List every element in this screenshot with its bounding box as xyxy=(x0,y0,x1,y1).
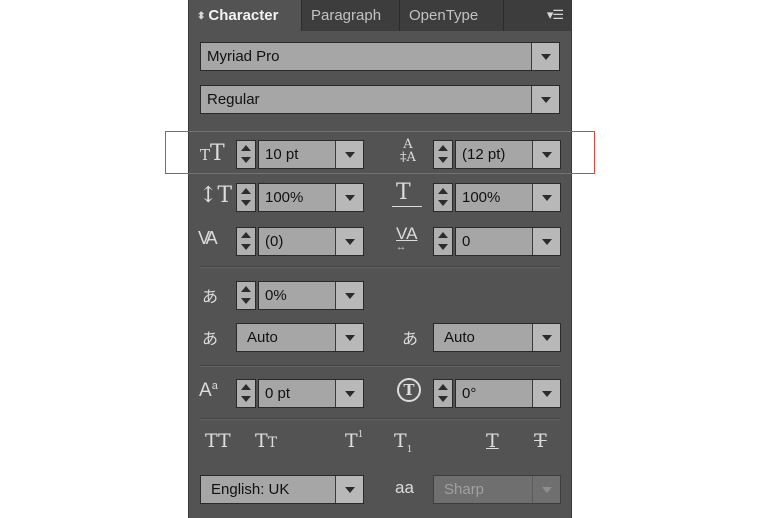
baseline-shift-value: 0 pt xyxy=(265,385,291,402)
horizontal-scale-icon: T xyxy=(392,180,422,207)
vertical-scale-field[interactable]: 100% xyxy=(258,183,364,212)
collapse-icon: ⬍ xyxy=(197,11,206,22)
horizontal-scale-stepper[interactable] xyxy=(433,183,453,212)
vertical-scale-stepper[interactable] xyxy=(236,183,256,212)
tsume-icon: あ xyxy=(202,287,219,306)
divider xyxy=(200,365,560,367)
font-family-value: Myriad Pro xyxy=(207,48,280,65)
baseline-shift-field[interactable]: 0 pt xyxy=(258,379,364,408)
superscript-button[interactable]: T1 xyxy=(345,430,363,452)
character-panel: ⬍ Character Paragraph OpenType ▾☰ Myriad … xyxy=(188,0,572,518)
character-rotation-icon: T xyxy=(397,378,421,402)
baseline-shift-icon: Aa xyxy=(199,380,218,401)
rotation-value: 0° xyxy=(462,385,477,402)
chevron-down-icon[interactable] xyxy=(335,282,363,309)
vertical-scale-icon: ↕T xyxy=(199,183,233,208)
tracking-value: 0 xyxy=(462,233,471,250)
anti-aliasing-dropdown[interactable]: Sharp xyxy=(433,475,561,504)
kerning-icon: VA xyxy=(198,228,218,248)
kerning-field[interactable]: (0) xyxy=(258,227,364,256)
tracking-icon: VA ↔ xyxy=(396,224,418,253)
subscript-button[interactable]: T1 xyxy=(394,430,412,455)
tracking-stepper[interactable] xyxy=(433,227,453,256)
highlight-box xyxy=(165,131,595,174)
font-style-value: Regular xyxy=(207,91,260,108)
tsume-field[interactable]: 0% xyxy=(258,281,364,310)
insert-space-left-dropdown[interactable]: Auto xyxy=(236,323,364,352)
horizontal-scale-value: 100% xyxy=(462,189,501,206)
chevron-down-icon[interactable] xyxy=(335,380,363,407)
chevron-down-icon[interactable] xyxy=(531,43,559,70)
divider xyxy=(200,266,560,268)
chevron-down-icon[interactable] xyxy=(335,324,363,351)
underline-button[interactable]: T xyxy=(486,430,499,452)
chevron-down-icon[interactable] xyxy=(335,228,363,255)
chevron-down-icon[interactable] xyxy=(532,380,560,407)
font-family-dropdown[interactable]: Myriad Pro xyxy=(200,42,560,71)
insert-space-left-value: Auto xyxy=(247,329,278,346)
horizontal-scale-field[interactable]: 100% xyxy=(455,183,561,212)
insert-space-right-icon: あ xyxy=(402,329,419,348)
kerning-value: (0) xyxy=(265,233,284,250)
kerning-stepper[interactable] xyxy=(236,227,256,256)
all-caps-button[interactable]: TT xyxy=(205,430,231,452)
chevron-down-icon[interactable] xyxy=(532,184,560,211)
rotation-stepper[interactable] xyxy=(433,379,453,408)
chevron-down-icon[interactable] xyxy=(532,228,560,255)
rotation-field[interactable]: 0° xyxy=(455,379,561,408)
chevron-down-icon[interactable] xyxy=(531,86,559,113)
insert-space-right-value: Auto xyxy=(444,329,475,346)
language-dropdown[interactable]: English: UK xyxy=(200,475,364,504)
chevron-down-icon[interactable] xyxy=(532,324,560,351)
tab-bar: ⬍ Character Paragraph OpenType ▾☰ xyxy=(189,0,571,31)
anti-aliasing-value: Sharp xyxy=(444,481,485,498)
vertical-scale-value: 100% xyxy=(265,189,304,206)
tsume-value: 0% xyxy=(265,287,287,304)
tab-character[interactable]: ⬍ Character xyxy=(189,0,302,31)
anti-aliasing-icon: aa xyxy=(395,478,414,497)
insert-space-right-dropdown[interactable]: Auto xyxy=(433,323,561,352)
tsume-stepper[interactable] xyxy=(236,281,256,310)
tab-opentype[interactable]: OpenType xyxy=(400,0,504,31)
language-value: English: UK xyxy=(211,481,290,498)
tracking-field[interactable]: 0 xyxy=(455,227,561,256)
tab-paragraph[interactable]: Paragraph xyxy=(302,0,400,31)
chevron-down-icon[interactable] xyxy=(335,184,363,211)
strikethrough-button[interactable]: T xyxy=(534,430,547,452)
chevron-down-icon[interactable] xyxy=(335,476,363,503)
panel-menu-icon[interactable]: ▾☰ xyxy=(547,7,564,23)
chevron-down-icon[interactable] xyxy=(532,476,560,503)
font-style-dropdown[interactable]: Regular xyxy=(200,85,560,114)
baseline-shift-stepper[interactable] xyxy=(236,379,256,408)
insert-space-left-icon: あ xyxy=(202,329,219,348)
small-caps-button[interactable]: TT xyxy=(255,430,277,452)
divider xyxy=(200,418,560,420)
